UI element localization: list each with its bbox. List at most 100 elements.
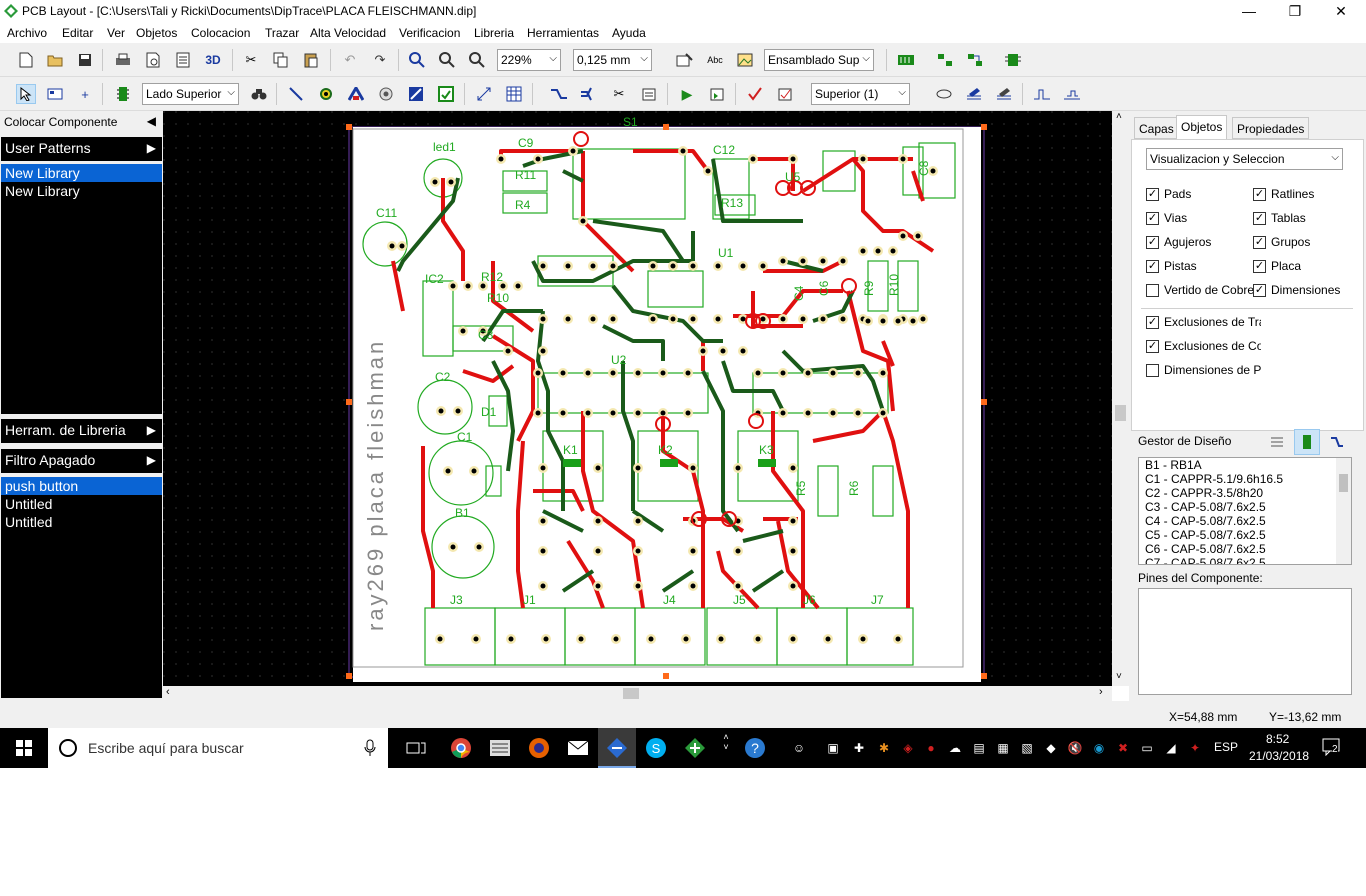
tray-app-icon-1[interactable]: ▣ bbox=[824, 739, 842, 757]
firefox-icon[interactable] bbox=[527, 736, 551, 760]
tab-capas[interactable]: Capas bbox=[1134, 117, 1179, 139]
tray-app-icon-8[interactable]: ▧ bbox=[1018, 739, 1036, 757]
menu-ver[interactable]: Ver bbox=[107, 26, 125, 40]
component-designator[interactable]: K2 bbox=[658, 443, 673, 457]
checkbox-agujeros[interactable]: ✓ Agujeros bbox=[1146, 235, 1211, 249]
checkbox-unchecked-icon[interactable] bbox=[1146, 363, 1159, 377]
checkbox-grupos[interactable]: ✓ Grupos bbox=[1253, 235, 1310, 249]
mail-icon[interactable] bbox=[566, 736, 590, 760]
checkbox-placa[interactable]: ✓ Placa bbox=[1253, 259, 1301, 273]
scroll-up-icon[interactable]: ˄ bbox=[1116, 111, 1122, 122]
zoom-out-icon[interactable] bbox=[437, 50, 457, 70]
language-indicator[interactable]: ESP bbox=[1214, 740, 1238, 754]
board-outline-icon[interactable] bbox=[896, 50, 916, 70]
wifi-icon[interactable]: ◢ bbox=[1162, 739, 1180, 757]
paste-icon[interactable] bbox=[301, 50, 321, 70]
component-designator[interactable]: C9 bbox=[518, 136, 534, 150]
notification-center-icon[interactable]: 2 bbox=[1322, 738, 1344, 758]
net-connections-icon[interactable] bbox=[965, 50, 985, 70]
report-icon[interactable] bbox=[173, 50, 193, 70]
checkbox-checked-icon[interactable]: ✓ bbox=[1146, 187, 1159, 201]
help-icon[interactable]: ? bbox=[743, 736, 767, 760]
tray-app-icon-4[interactable]: ◈ bbox=[899, 739, 917, 757]
board-shape-icon[interactable] bbox=[436, 84, 456, 104]
pattern-item[interactable]: Untitled bbox=[1, 513, 162, 531]
horizontal-scrollbar[interactable]: ‹ › bbox=[163, 686, 1112, 701]
cloud-icon[interactable]: ☁ bbox=[946, 739, 964, 757]
place-point-icon[interactable]: + bbox=[75, 84, 95, 104]
component-designator[interactable]: led1 bbox=[433, 140, 456, 154]
scroll-right-icon[interactable]: › bbox=[1099, 686, 1103, 698]
pattern-list[interactable]: push button Untitled Untitled bbox=[1, 477, 162, 698]
component-designator[interactable]: K1 bbox=[563, 443, 578, 457]
component-designator[interactable]: U1 bbox=[718, 246, 734, 260]
copper-pour-icon[interactable] bbox=[346, 84, 366, 104]
schematic-link-icon[interactable] bbox=[1003, 50, 1023, 70]
tray-app-icon-2[interactable]: ✚ bbox=[850, 739, 868, 757]
minimize-button[interactable]: — bbox=[1226, 0, 1272, 23]
place-component-icon[interactable] bbox=[113, 84, 133, 104]
autoroute-trace-icon[interactable] bbox=[549, 84, 569, 104]
checkbox-checked-icon[interactable]: ✓ bbox=[1146, 211, 1159, 225]
checkbox-unchecked-icon[interactable] bbox=[1146, 283, 1159, 297]
components-green-icon[interactable] bbox=[935, 50, 955, 70]
component-designator[interactable]: R10 bbox=[887, 274, 901, 296]
checkbox-checked-icon[interactable]: ✓ bbox=[1253, 235, 1266, 249]
component-designator[interactable]: C1 bbox=[457, 430, 473, 444]
select-pointer-icon[interactable] bbox=[16, 84, 36, 104]
component-designator[interactable]: J6 bbox=[803, 593, 816, 607]
microphone-icon[interactable] bbox=[364, 739, 376, 757]
people-icon[interactable]: ☺ bbox=[790, 739, 808, 757]
pcb-design-canvas[interactable]: S1 led1 C9 C12 R11 R4 R13 U5 C11 IC2 R12 R10 U1 C3 C2 D… bbox=[163, 111, 1112, 686]
checkbox-exclusiones-de-trazado[interactable]: ✓ Exclusiones de Trazado bbox=[1146, 315, 1261, 329]
route-setup-icon[interactable] bbox=[639, 84, 659, 104]
tray-app-icon-11[interactable]: ✖ bbox=[1114, 739, 1132, 757]
run-autorouter-icon[interactable]: ▶ bbox=[677, 84, 697, 104]
layer-edit-icon[interactable] bbox=[994, 84, 1014, 104]
search-box[interactable]: Escribe aquí para buscar bbox=[48, 728, 388, 768]
print-preview-icon[interactable] bbox=[143, 50, 163, 70]
scroll-thumb[interactable] bbox=[1339, 474, 1348, 492]
checkbox-checked-icon[interactable]: ✓ bbox=[1253, 211, 1266, 225]
library-list[interactable]: New Library New Library bbox=[1, 164, 162, 414]
component-designator[interactable]: J5 bbox=[733, 593, 746, 607]
menu-colocacion[interactable]: Colocacion bbox=[191, 26, 250, 40]
draw-shape-icon[interactable] bbox=[406, 84, 426, 104]
component-designator[interactable]: R11 bbox=[515, 168, 536, 182]
pattern-item[interactable]: Untitled bbox=[1, 495, 162, 513]
component-designator[interactable]: D1 bbox=[481, 405, 497, 419]
skype-icon[interactable]: S bbox=[644, 736, 668, 760]
place-hole-icon[interactable] bbox=[376, 84, 396, 104]
collapse-panel-icon[interactable]: ◀ bbox=[147, 114, 156, 128]
print-icon[interactable] bbox=[113, 50, 133, 70]
chrome-icon[interactable] bbox=[449, 736, 473, 760]
tray-app-icon-10[interactable]: ◉ bbox=[1090, 739, 1108, 757]
checkbox-pistas[interactable]: ✓ Pistas bbox=[1146, 259, 1197, 273]
component-designator[interactable]: R4 bbox=[515, 198, 531, 212]
menu-objetos[interactable]: Objetos bbox=[136, 26, 177, 40]
table-icon[interactable] bbox=[504, 84, 524, 104]
component-designator[interactable]: R6 bbox=[847, 480, 861, 496]
tray-app-icon-3[interactable]: ✱ bbox=[875, 739, 893, 757]
volume-muted-icon[interactable]: 🔇 bbox=[1066, 739, 1084, 757]
component-designator[interactable]: S1 bbox=[623, 115, 638, 129]
component-designator[interactable]: R12 bbox=[481, 270, 503, 284]
component-designator[interactable]: R13 bbox=[721, 196, 743, 210]
checkbox-checked-icon[interactable]: ✓ bbox=[1253, 259, 1266, 273]
checkbox-checked-icon[interactable]: ✓ bbox=[1146, 235, 1159, 249]
component-list-item[interactable]: C2 - CAPPR-3.5/8h20 bbox=[1142, 486, 1351, 500]
drc-check-icon[interactable] bbox=[745, 84, 765, 104]
drc-settings-icon[interactable] bbox=[775, 84, 795, 104]
assembly-view-select[interactable]: Ensamblado Sup ⌵ bbox=[764, 49, 874, 71]
tray-app-icon-9[interactable]: ◆ bbox=[1042, 739, 1060, 757]
undo-icon[interactable]: ↶ bbox=[340, 50, 360, 70]
copy-icon[interactable] bbox=[271, 50, 291, 70]
dimension-icon[interactable] bbox=[474, 84, 494, 104]
component-designator[interactable]: C3 bbox=[478, 328, 494, 342]
component-list-item[interactable]: B1 - RB1A bbox=[1142, 458, 1351, 472]
autorouter-settings-icon[interactable] bbox=[707, 84, 727, 104]
list-view-icon[interactable] bbox=[1269, 434, 1285, 450]
component-list-item[interactable]: C5 - CAP-5.08/7.6x2.5 bbox=[1142, 528, 1351, 542]
library-item[interactable]: New Library bbox=[1, 182, 162, 200]
view-mode-select[interactable]: Visualizacion y Seleccion ⌵ bbox=[1146, 148, 1343, 170]
